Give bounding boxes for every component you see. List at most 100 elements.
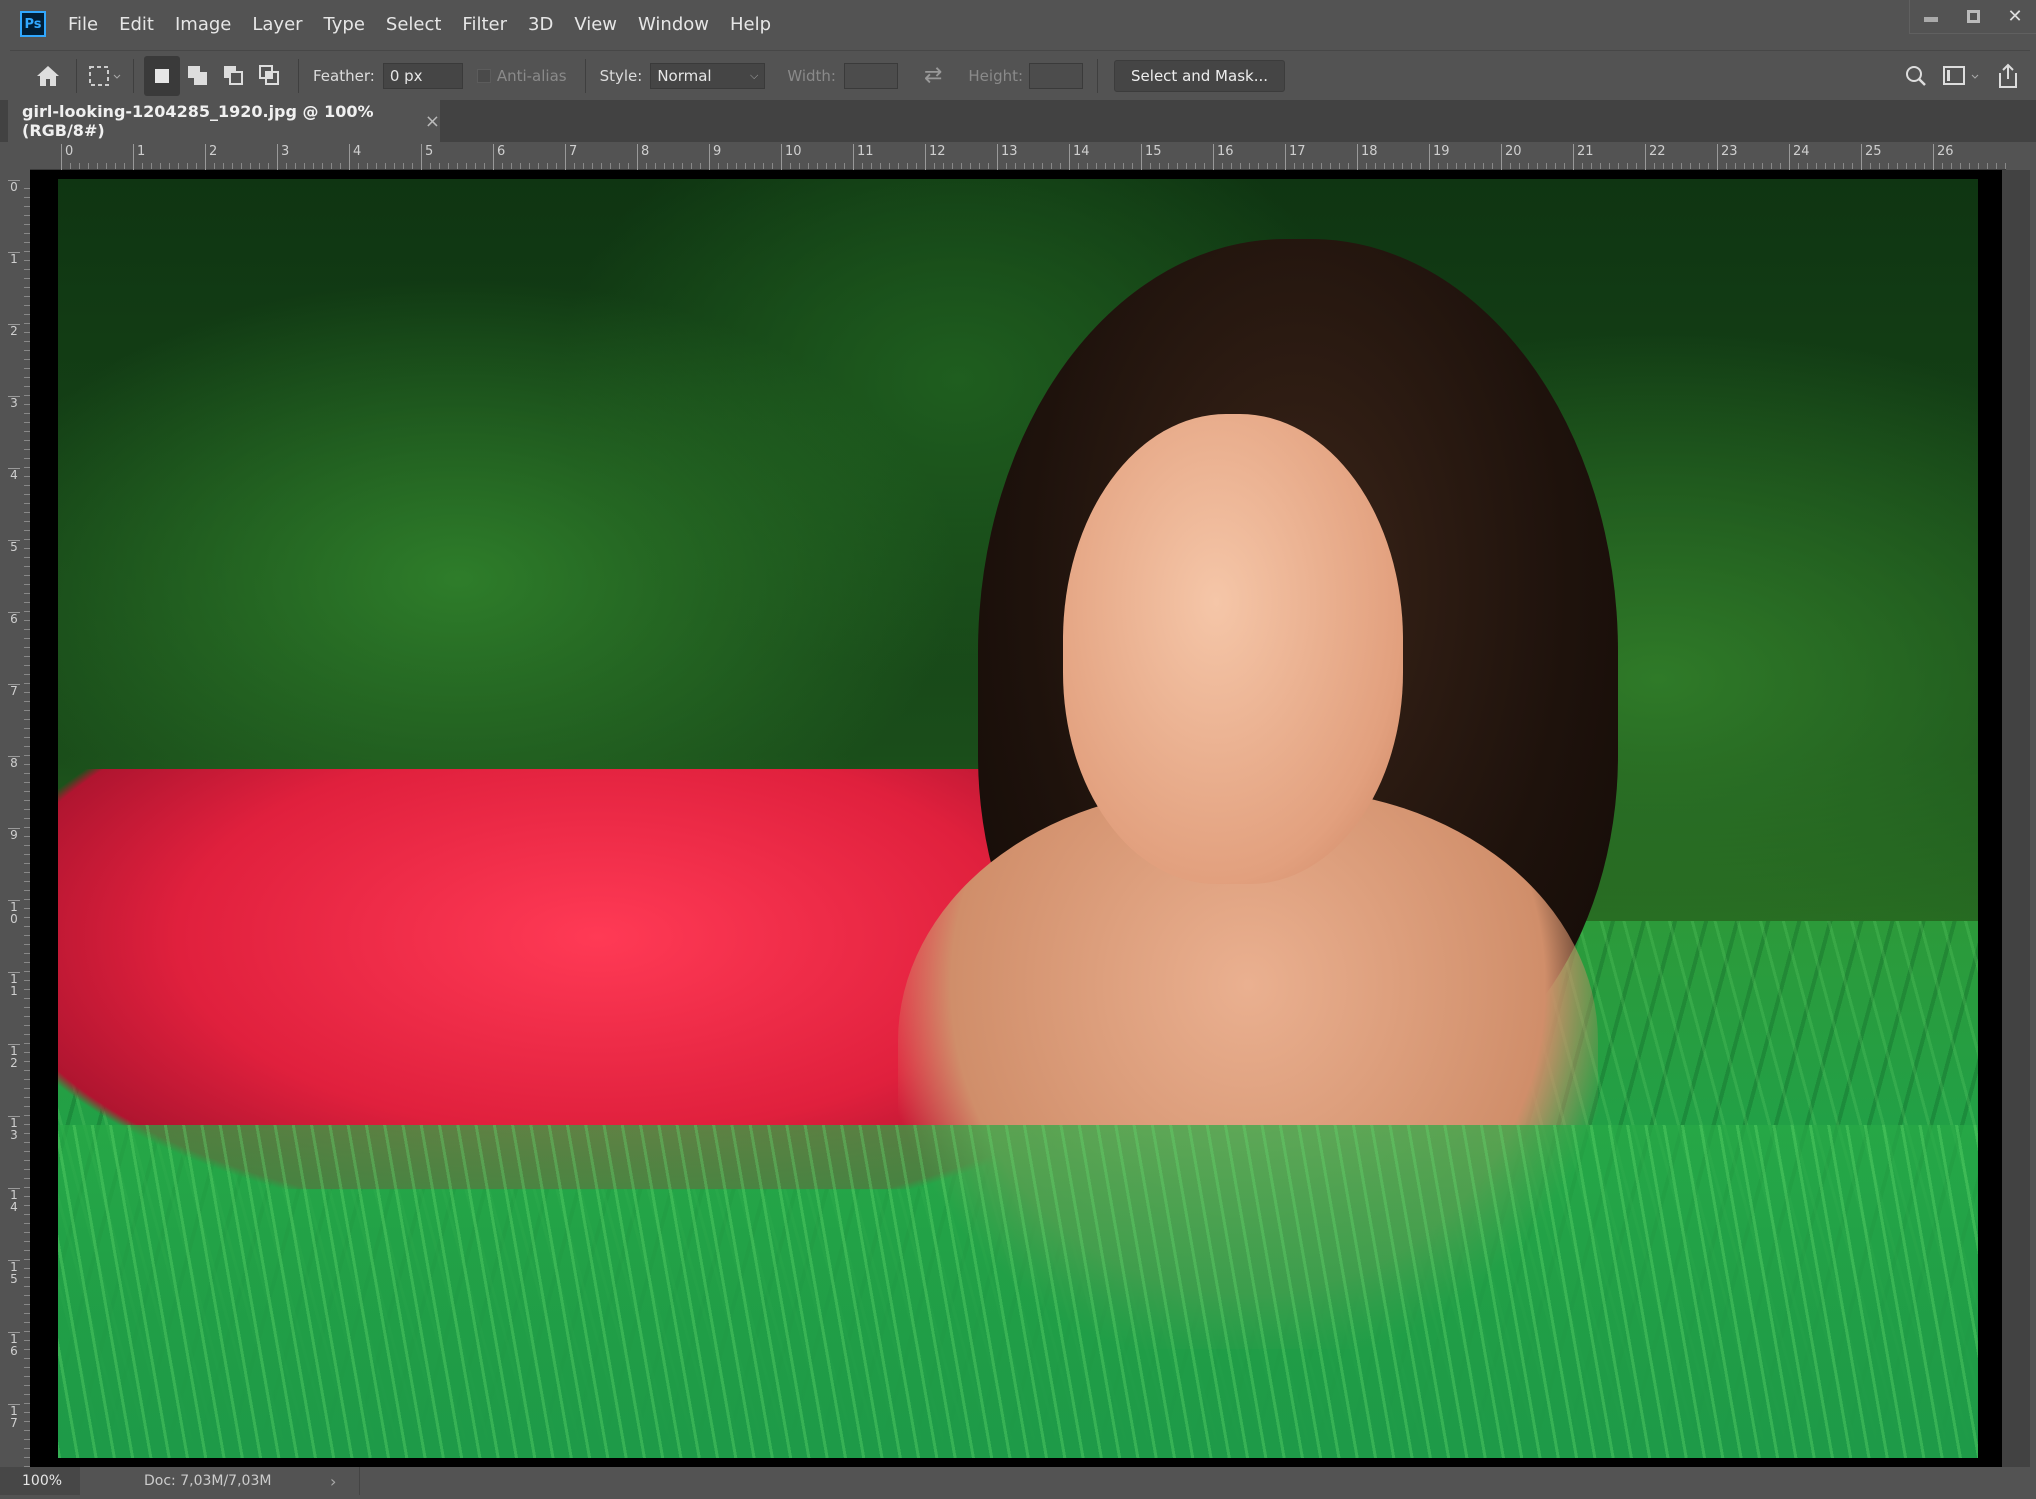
- minimize-icon: [1924, 17, 1938, 22]
- height-label: Height:: [968, 66, 1024, 85]
- ruler-tick-label: 1 4: [8, 1188, 20, 1213]
- ruler-tick-label: 7: [565, 144, 577, 170]
- menu-bar: Ps File Edit Image Layer Type Select Filter 3D V…: [0, 0, 2036, 48]
- document-tab-title: girl-looking-1204285_1920.jpg @ 100% (RG…: [22, 102, 374, 140]
- menu-help[interactable]: Help: [730, 14, 771, 35]
- menu-file[interactable]: File: [68, 14, 98, 35]
- face: [1063, 414, 1403, 884]
- ruler-tick-label: 0: [8, 180, 20, 193]
- share-icon[interactable]: [1996, 63, 2020, 89]
- menu-view[interactable]: View: [574, 14, 617, 35]
- ruler-tick-label: 7: [8, 684, 20, 697]
- ruler-tick-label: 10: [781, 144, 802, 170]
- ruler-tick-label: 1 3: [8, 1116, 20, 1141]
- ruler-tick-label: 14: [1069, 144, 1090, 170]
- anti-alias-label: Anti-alias: [496, 66, 567, 85]
- home-button[interactable]: [30, 56, 66, 96]
- ruler-tick-label: 9: [8, 828, 20, 841]
- horizontal-ruler[interactable]: 0 1 2 3 4 5 6 7 8 9 10 11 12 13 14 15 16 17 18 19 20 21 22 23 24…: [30, 144, 2006, 170]
- ruler-tick-label: 13: [997, 144, 1018, 170]
- ruler-tick-label: 5: [421, 144, 433, 170]
- ruler-tick-label: 3: [8, 396, 20, 409]
- style-dropdown[interactable]: Normal ⌵: [650, 62, 766, 89]
- ruler-tick-label: 20: [1501, 144, 1522, 170]
- menu-image[interactable]: Image: [175, 14, 231, 35]
- ruler-tick-label: 6: [493, 144, 505, 170]
- ruler-tick-label: 1: [133, 144, 145, 170]
- search-icon[interactable]: [1904, 64, 1928, 88]
- swap-width-height-icon[interactable]: ⇄: [924, 63, 942, 88]
- menu-filter[interactable]: Filter: [462, 14, 507, 35]
- new-selection-icon: [155, 68, 169, 83]
- ruler-tick-label: 12: [925, 144, 946, 170]
- ruler-tick-label: 0: [61, 144, 73, 170]
- ruler-tick-label: 9: [709, 144, 721, 170]
- ruler-tick-label: 4: [8, 468, 20, 481]
- menu-layer[interactable]: Layer: [252, 14, 302, 35]
- ruler-tick-label: 1 6: [8, 1332, 20, 1357]
- close-icon: ✕: [2007, 6, 2023, 27]
- anti-alias-checkbox[interactable]: [476, 68, 491, 83]
- status-bar: 100% Doc: 7,03M/7,03M ›: [0, 1467, 2036, 1495]
- ruler-tick-label: 1 2: [8, 1044, 20, 1069]
- select-and-mask-button[interactable]: Select and Mask...: [1114, 59, 1286, 92]
- ruler-tick-label: 15: [1141, 144, 1162, 170]
- ruler-tick-label: 5: [8, 540, 20, 553]
- document-tab[interactable]: girl-looking-1204285_1920.jpg @ 100% (RG…: [8, 100, 440, 142]
- ruler-tick-label: 1 1: [8, 972, 20, 997]
- menu-type[interactable]: Type: [324, 14, 365, 35]
- ruler-tick-label: 6: [8, 612, 20, 625]
- ruler-tick-label: 21: [1573, 144, 1594, 170]
- marquee-tool-preset[interactable]: [87, 56, 123, 96]
- chevron-down-icon: ⌵: [749, 68, 759, 82]
- maximize-button[interactable]: [1952, 0, 1994, 33]
- ruler-tick-label: 8: [637, 144, 649, 170]
- feather-input[interactable]: 0 px: [382, 62, 463, 89]
- subtract-from-selection-button[interactable]: [216, 56, 252, 96]
- ruler-tick-label: 2: [8, 324, 20, 337]
- ruler-tick-label: 18: [1357, 144, 1378, 170]
- ruler-tick-label: 19: [1429, 144, 1450, 170]
- ruler-tick-label: 16: [1213, 144, 1234, 170]
- close-button[interactable]: ✕: [1994, 0, 2036, 33]
- intersect-selection-icon: [259, 64, 279, 85]
- width-label: Width:: [787, 66, 836, 85]
- close-tab-icon[interactable]: ×: [425, 111, 440, 132]
- options-bar: Feather: 0 px Anti-alias Style: Normal ⌵ …: [10, 50, 2030, 100]
- foreground-grass: [58, 1125, 1978, 1458]
- ruler-tick-label: 17: [1285, 144, 1306, 170]
- menu-select[interactable]: Select: [386, 14, 442, 35]
- ruler-tick-label: 22: [1645, 144, 1666, 170]
- maximize-icon: [1966, 10, 1980, 23]
- ruler-tick-label: 25: [1861, 144, 1882, 170]
- intersect-selection-button[interactable]: [252, 56, 288, 96]
- height-input[interactable]: [1029, 62, 1084, 89]
- subtract-selection-icon: [224, 65, 243, 85]
- status-menu-arrow[interactable]: ›: [330, 1472, 336, 1491]
- ruler-tick-label: 2: [205, 144, 217, 170]
- ruler-tick-label: 4: [349, 144, 361, 170]
- vertical-ruler[interactable]: 0 1 2 3 4 5 6 7 8 9 1 0 1 1 1 2 1 3 1 4 1 5 1 6 1 7: [6, 170, 30, 1467]
- ruler-tick-label: 1 7: [8, 1404, 20, 1429]
- add-selection-icon: [188, 65, 207, 85]
- menu-window[interactable]: Window: [638, 14, 709, 35]
- add-to-selection-button[interactable]: [180, 56, 216, 96]
- menu-3d[interactable]: 3D: [528, 14, 553, 35]
- zoom-level[interactable]: 100%: [0, 1467, 80, 1495]
- document-image: [58, 179, 1978, 1458]
- ruler-tick-label: 3: [277, 144, 289, 170]
- document-tab-bar: girl-looking-1204285_1920.jpg @ 100% (RG…: [0, 100, 2036, 142]
- minimize-button[interactable]: [1910, 0, 1952, 33]
- ruler-tick-label: 1: [8, 252, 20, 265]
- vertical-scrollbar[interactable]: [2002, 170, 2030, 1467]
- menu-edit[interactable]: Edit: [119, 14, 154, 35]
- canvas-area[interactable]: [30, 170, 2002, 1467]
- width-input[interactable]: [843, 62, 898, 89]
- ruler-tick-label: 11: [853, 144, 874, 170]
- ruler-tick-label: 23: [1717, 144, 1738, 170]
- style-label: Style:: [599, 66, 643, 85]
- workspace-icon[interactable]: [1942, 64, 1982, 88]
- new-selection-button[interactable]: [144, 55, 180, 96]
- feather-label: Feather:: [313, 66, 375, 85]
- photoshop-logo: Ps: [20, 11, 46, 37]
